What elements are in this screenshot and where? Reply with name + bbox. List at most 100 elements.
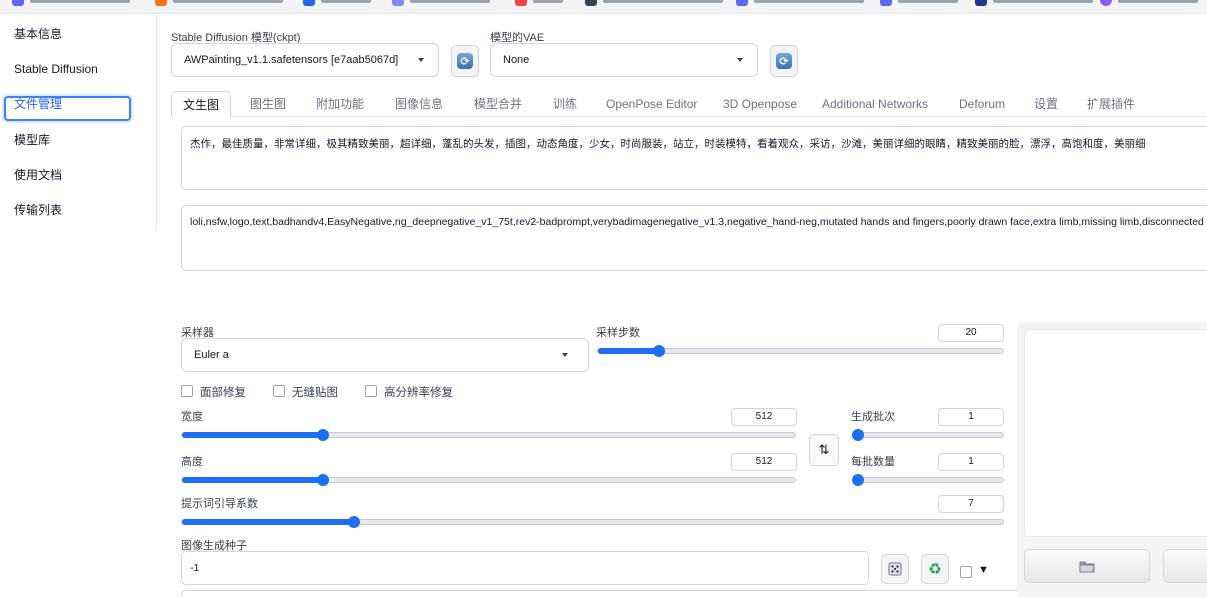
hires-fix-checkbox[interactable] — [365, 385, 377, 397]
tab-openpose-editor[interactable]: OpenPose Editor — [606, 91, 697, 117]
cfg-scale-label: 提示词引导系数 — [181, 498, 258, 510]
tab-model-merge[interactable]: 模型合并 — [474, 91, 522, 117]
ckpt-select[interactable]: AWPainting_v1.1.safetensors [e7aab5067d] — [171, 43, 439, 77]
tab-deforum[interactable]: Deforum — [959, 91, 1005, 117]
bookmark-icon — [303, 0, 315, 6]
sampler-select[interactable]: Euler a — [181, 338, 589, 372]
chevron-down-icon — [418, 58, 424, 62]
swap-icon: ⇅ — [818, 442, 830, 457]
tab-3d-openpose[interactable]: 3D Openpose — [723, 91, 797, 117]
batch-count-slider[interactable] — [852, 429, 1004, 441]
bookmark-item[interactable] — [736, 0, 864, 6]
ckpt-select-value: AWPainting_v1.1.safetensors [e7aab5067d] — [184, 54, 399, 66]
swap-dimensions-button[interactable]: ⇅ — [809, 434, 839, 466]
tab-additional-networks[interactable]: Additional Networks — [822, 91, 928, 117]
sidebar-item-stable-diffusion[interactable]: Stable Diffusion — [14, 61, 98, 77]
ckpt-refresh-button[interactable]: ⟳ — [451, 45, 479, 77]
bookmark-icon — [12, 0, 24, 6]
vae-refresh-button[interactable]: ⟳ — [770, 45, 798, 77]
bookmark-item[interactable] — [303, 0, 371, 6]
width-input[interactable]: 512 — [731, 408, 797, 426]
bookmarks-bar — [0, 0, 1207, 14]
seed-input[interactable]: -1 — [181, 551, 869, 585]
sidebar-item-docs[interactable]: 使用文档 — [14, 167, 62, 183]
slider-handle[interactable] — [852, 474, 864, 486]
bookmark-icon — [585, 0, 597, 6]
height-input[interactable]: 512 — [731, 453, 797, 471]
sampling-steps-input[interactable]: 20 — [938, 324, 1004, 342]
height-label: 高度 — [181, 456, 203, 468]
batch-count-label: 生成批次 — [851, 411, 895, 423]
bookmark-icon — [736, 0, 748, 6]
save-button[interactable] — [1163, 549, 1207, 583]
sidebar-item-model-library[interactable]: 模型库 — [14, 132, 50, 148]
bookmark-item[interactable] — [880, 0, 958, 6]
tab-txt2img[interactable]: 文生图 — [171, 91, 232, 118]
slider-handle[interactable] — [348, 516, 361, 528]
dice-icon — [888, 562, 902, 576]
reuse-seed-button[interactable]: ♻ — [921, 554, 949, 584]
output-gallery — [1024, 329, 1207, 537]
bookmark-icon — [880, 0, 892, 6]
slider-handle[interactable] — [316, 429, 329, 441]
extra-seed-toggle-icon[interactable]: ▼ — [978, 564, 989, 576]
bookmark-icon — [515, 0, 527, 6]
vae-select[interactable]: None — [490, 43, 758, 77]
face-restore-label: 面部修复 — [200, 387, 246, 399]
random-seed-button[interactable] — [881, 554, 909, 584]
chevron-down-icon — [562, 353, 568, 357]
bookmark-item[interactable] — [392, 0, 490, 6]
sidebar-item-basic-info[interactable]: 基本信息 — [14, 26, 62, 42]
chevron-down-icon — [737, 58, 743, 62]
sidebar: 基本信息 Stable Diffusion 文件管理 模型库 使用文档 传输列表 — [0, 15, 157, 230]
bookmark-icon — [1100, 0, 1112, 6]
height-slider[interactable] — [181, 474, 796, 486]
tab-extras[interactable]: 附加功能 — [316, 91, 364, 117]
sampling-steps-slider[interactable] — [597, 345, 1004, 357]
vae-select-value: None — [503, 54, 530, 66]
tab-extensions[interactable]: 扩展插件 — [1087, 91, 1135, 117]
cfg-scale-input[interactable]: 7 — [938, 495, 1004, 513]
bookmark-item[interactable] — [515, 0, 563, 6]
tab-train[interactable]: 训练 — [553, 91, 577, 117]
sidebar-item-file-management[interactable]: 文件管理 — [14, 96, 62, 112]
sampler-select-value: Euler a — [194, 349, 229, 361]
tiling-label: 无缝贴图 — [292, 387, 338, 399]
positive-prompt-input[interactable]: 杰作，最佳质量，非常详细，极其精致美丽，超详细，蓬乱的头发，插图，动态角度，少女… — [181, 126, 1207, 190]
open-folder-button[interactable] — [1024, 549, 1150, 583]
batch-size-slider[interactable] — [852, 474, 1004, 486]
slider-fill — [182, 477, 323, 483]
main-tabs: 文生图 图生图 附加功能 图像信息 模型合并 训练 OpenPose Edito… — [171, 91, 1207, 118]
tiling-checkbox[interactable] — [273, 385, 285, 397]
batch-size-input[interactable]: 1 — [938, 453, 1004, 471]
refresh-icon: ⟳ — [776, 53, 792, 69]
sidebar-item-transfer-list[interactable]: 传输列表 — [14, 202, 62, 218]
bookmark-icon — [155, 0, 167, 6]
recycle-icon: ♻ — [928, 561, 942, 578]
sampling-steps-label: 采样步数 — [596, 327, 640, 339]
bookmark-item[interactable] — [155, 0, 283, 6]
tab-png-info[interactable]: 图像信息 — [395, 91, 443, 117]
tab-img2img[interactable]: 图生图 — [250, 91, 286, 117]
face-restore-checkbox[interactable] — [181, 385, 193, 397]
tab-settings[interactable]: 设置 — [1034, 91, 1058, 117]
bookmark-icon — [392, 0, 404, 6]
width-slider[interactable] — [181, 429, 796, 441]
bookmark-item[interactable] — [1100, 0, 1198, 6]
slider-handle[interactable] — [316, 474, 329, 486]
width-label: 宽度 — [181, 411, 203, 423]
batch-count-input[interactable]: 1 — [938, 408, 1004, 426]
slider-handle[interactable] — [652, 345, 665, 357]
bookmark-item[interactable] — [12, 0, 130, 6]
slider-fill — [182, 432, 323, 438]
slider-fill — [598, 348, 659, 354]
bookmark-icon — [975, 0, 987, 6]
extra-seed-checkbox[interactable] — [960, 566, 972, 578]
bookmark-item[interactable] — [585, 0, 723, 6]
slider-fill — [182, 519, 355, 525]
negative-prompt-input[interactable]: loli,nsfw,logo,text,badhandv4,EasyNegati… — [181, 205, 1207, 271]
hires-fix-label: 高分辨率修复 — [384, 387, 453, 399]
cfg-scale-slider[interactable] — [181, 516, 1004, 528]
bookmark-item[interactable] — [975, 0, 1093, 6]
slider-handle[interactable] — [852, 429, 864, 441]
